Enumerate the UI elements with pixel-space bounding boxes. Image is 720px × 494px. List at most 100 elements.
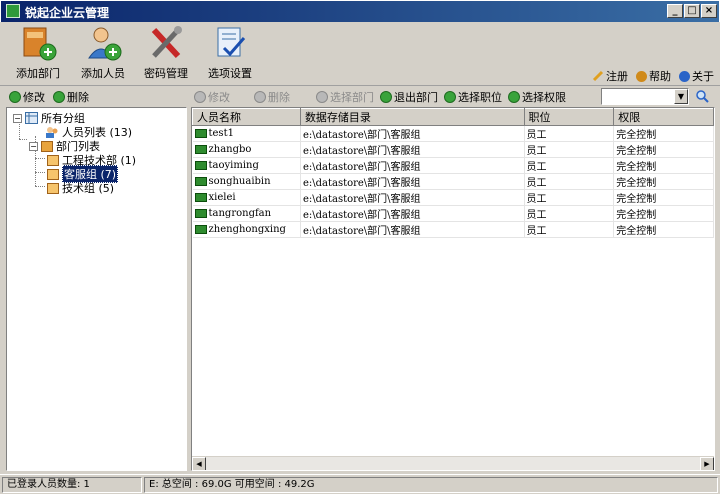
permission-cell: 完全控制 <box>613 189 714 206</box>
table-row[interactable]: xielei e:\datastore\部门\客服组 员工 完全控制 <box>192 189 714 206</box>
user-icon <box>444 90 456 103</box>
position-cell: 员工 <box>524 173 615 190</box>
folder-icon <box>41 140 53 152</box>
maximize-button[interactable]: □ <box>684 4 700 18</box>
user-edit-label: 修改 <box>208 90 230 104</box>
column-header[interactable]: 数据存储目录 <box>299 108 525 126</box>
dept-delete-label: 删除 <box>67 90 89 104</box>
exit-dept-button[interactable]: 退出部门 <box>380 89 438 105</box>
column-header[interactable]: 权限 <box>613 108 714 126</box>
add-user-label: 添加人员 <box>81 67 125 80</box>
storage-path-cell: e:\datastore\部门\客服组 <box>300 125 525 142</box>
edit-icon <box>194 90 206 103</box>
about-label: 关于 <box>692 70 714 83</box>
dept-edit-label: 修改 <box>23 90 45 104</box>
column-header[interactable]: 人员名称 <box>192 108 301 126</box>
tree-dept-list[interactable]: − 部门列表 <box>29 139 100 153</box>
table-row[interactable]: zhenghongxing e:\datastore\部门\客服组 员工 完全控制 <box>192 221 714 238</box>
add-department-label: 添加部门 <box>16 67 60 80</box>
help-links: 注册 帮助 关于 <box>592 68 714 84</box>
tree-root[interactable]: − 所有分组 <box>13 111 85 125</box>
right-panel: 修改 删除 选择部门 退出部门 选择职位 选择权限 ▼ 人员名称 数据存储目录 … <box>191 87 715 471</box>
select-position-label: 选择职位 <box>458 90 502 104</box>
select-position-button[interactable]: 选择职位 <box>444 89 502 105</box>
user-name: songhuaibin <box>208 176 271 187</box>
position-cell: 员工 <box>524 189 615 206</box>
minimize-button[interactable]: _ <box>667 4 683 18</box>
permission-cell: 完全控制 <box>613 157 714 174</box>
tools-icon <box>151 26 182 59</box>
select-dept-button[interactable]: 选择部门 <box>316 89 374 105</box>
help-icon <box>636 70 647 82</box>
exit-icon <box>380 90 392 103</box>
permission-cell: 完全控制 <box>613 221 714 238</box>
user-name: tangrongfan <box>208 208 272 219</box>
search-icon[interactable] <box>695 89 709 103</box>
dept-delete-button[interactable]: 删除 <box>53 89 89 105</box>
exit-dept-label: 退出部门 <box>394 90 438 104</box>
user-table-grid: 人员名称 数据存储目录 职位 权限 test1 e:\datastore\部门\客… <box>192 108 714 238</box>
user-name: test1 <box>208 128 234 139</box>
user-delete-button[interactable]: 删除 <box>254 89 290 105</box>
permission-icon <box>508 90 520 103</box>
storage-path-cell: e:\datastore\部门\客服组 <box>300 173 525 190</box>
tree-dept-item-selected[interactable]: 客服组 (7) <box>47 165 119 183</box>
horizontal-scrollbar[interactable]: ◀ ▶ <box>192 456 714 470</box>
search-input[interactable]: ▼ <box>601 88 689 105</box>
storage-path-cell: e:\datastore\部门\客服组 <box>300 189 525 206</box>
about-link[interactable]: 关于 <box>679 68 714 84</box>
position-cell: 员工 <box>524 205 615 222</box>
storage-path-cell: e:\datastore\部门\客服组 <box>300 221 525 238</box>
group-tree[interactable]: − 所有分组 人员列表 (13) − 部门列表 工程技术部 (1) 客服组 (7… <box>6 107 187 471</box>
password-manage-button[interactable]: 密码管理 <box>134 24 198 86</box>
user-table: 人员名称 数据存储目录 职位 权限 test1 e:\datastore\部门\客… <box>191 107 715 471</box>
add-user-button[interactable]: 添加人员 <box>71 24 135 86</box>
table-row[interactable]: tangrongfan e:\datastore\部门\客服组 员工 完全控制 <box>192 205 714 222</box>
select-permission-button[interactable]: 选择权限 <box>508 89 566 105</box>
chevron-down-icon[interactable]: ▼ <box>674 89 688 104</box>
scroll-right-icon[interactable]: ▶ <box>700 457 714 470</box>
computer-icon <box>194 161 207 170</box>
table-row[interactable]: songhuaibin e:\datastore\部门\客服组 员工 完全控制 <box>192 173 714 190</box>
computer-icon <box>194 225 207 234</box>
select-permission-label: 选择权限 <box>522 90 566 104</box>
user-name-cell: xielei <box>192 189 301 206</box>
app-icon <box>6 4 20 18</box>
column-header[interactable]: 职位 <box>523 108 615 126</box>
close-button[interactable]: × <box>701 4 717 18</box>
register-link[interactable]: 注册 <box>592 68 628 84</box>
help-link[interactable]: 帮助 <box>636 68 671 84</box>
table-row[interactable]: taoyiming e:\datastore\部门\客服组 员工 完全控制 <box>192 157 714 174</box>
pencil-icon <box>592 70 604 82</box>
tree-dept-item[interactable]: 技术组 (5) <box>47 181 114 195</box>
scroll-left-icon[interactable]: ◀ <box>192 457 206 470</box>
position-cell: 员工 <box>524 221 615 238</box>
collapse-icon[interactable]: − <box>29 141 38 151</box>
user-delete-label: 删除 <box>268 90 290 104</box>
add-department-icon <box>23 27 57 61</box>
user-edit-button[interactable]: 修改 <box>194 89 230 105</box>
info-icon <box>679 70 690 82</box>
add-department-button[interactable]: 添加部门 <box>6 24 70 86</box>
settings-button[interactable]: 选项设置 <box>198 24 262 86</box>
table-row[interactable]: zhangbo e:\datastore\部门\客服组 员工 完全控制 <box>192 141 714 158</box>
logged-in-count: 已登录人员数量: 1 <box>2 477 142 493</box>
position-cell: 员工 <box>524 157 615 174</box>
settings-icon <box>217 27 246 57</box>
left-toolbar: 修改 删除 <box>6 87 187 106</box>
user-name: xielei <box>208 192 236 203</box>
dept-edit-button[interactable]: 修改 <box>9 89 45 105</box>
computer-icon <box>194 145 207 154</box>
help-label: 帮助 <box>649 70 671 83</box>
window-title: 锐起企业云管理 <box>25 6 110 20</box>
collapse-icon[interactable]: − <box>13 113 22 123</box>
tree-user-list[interactable]: 人员列表 (13) <box>45 125 132 139</box>
folder-icon <box>47 168 59 180</box>
users-icon <box>46 127 58 138</box>
table-row[interactable]: test1 e:\datastore\部门\客服组 员工 完全控制 <box>192 125 714 142</box>
user-name-cell: taoyiming <box>192 157 301 174</box>
left-panel: 修改 删除 − 所有分组 人员列表 (13) − 部门列表 工程技术部 (1) … <box>6 87 187 471</box>
computer-icon <box>194 177 207 186</box>
register-label: 注册 <box>606 70 628 83</box>
permission-cell: 完全控制 <box>613 125 714 142</box>
